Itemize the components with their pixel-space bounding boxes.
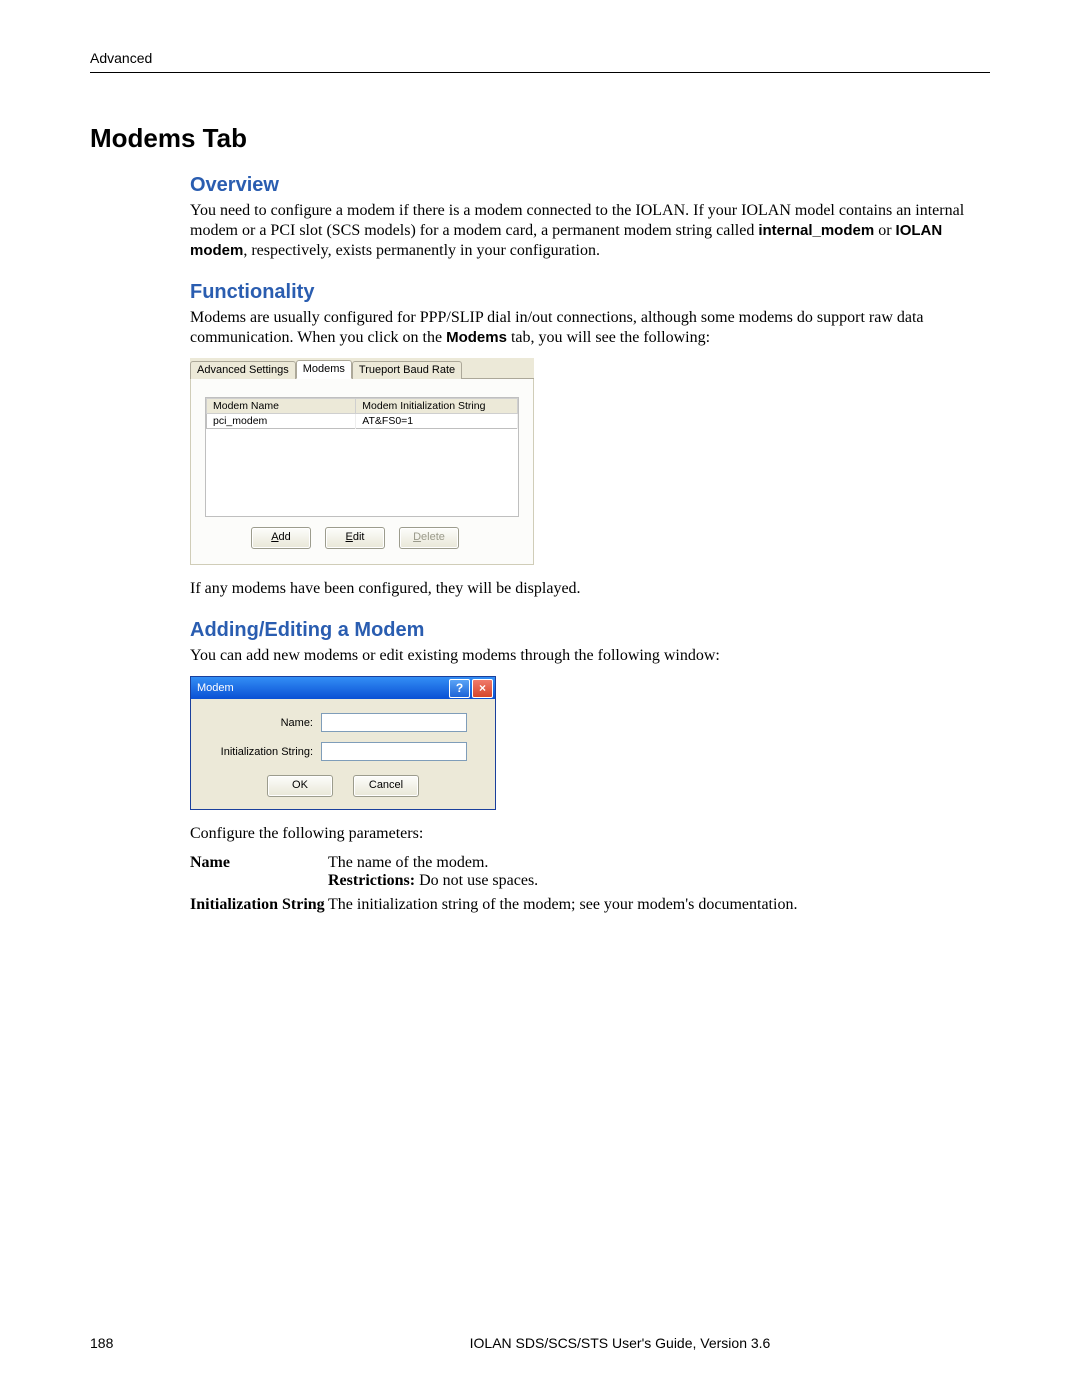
text: tab, you will see the following: [507,329,710,346]
dialog-titlebar[interactable]: Modem ? × [191,677,495,699]
overview-heading: Overview [190,174,990,197]
text-bold: Modems [446,329,507,346]
text-bold: internal_modem [758,222,874,239]
ok-button[interactable]: OK [267,775,333,797]
functionality-heading: Functionality [190,281,990,304]
help-icon[interactable]: ? [449,679,470,698]
modems-tab-screenshot: Advanced Settings Modems Trueport Baud R… [190,358,534,565]
param-row-init: Initialization String The initialization… [190,896,990,914]
column-header-init[interactable]: Modem Initialization String [356,399,518,414]
param-label: Initialization String [190,896,328,914]
dialog-body: Name: Initialization String: OK Cancel [191,699,495,809]
param-desc: The name of the modem. Restrictions: Do … [328,854,990,890]
init-field[interactable] [321,742,467,761]
breadcrumb: Advanced [90,50,990,73]
tab-strip: Advanced Settings Modems Trueport Baud R… [190,358,534,379]
name-field[interactable] [321,713,467,732]
dialog-title: Modem [197,682,447,694]
functionality-after-paragraph: If any modems have been configured, they… [190,579,990,599]
text: , respectively, exists permanently in yo… [243,242,600,259]
adding-paragraph: You can add new modems or edit existing … [190,646,990,666]
functionality-paragraph: Modems are usually configured for PPP/SL… [190,308,990,348]
label: elete [421,531,445,543]
modem-dialog-screenshot: Modem ? × Name: Initialization String: O… [190,676,496,810]
hotkey: A [271,531,278,543]
page-footer: 188 IOLAN SDS/SCS/STS User's Guide, Vers… [90,1335,990,1351]
cancel-button[interactable]: Cancel [353,775,419,797]
text: Do not use spaces. [415,872,538,889]
cell-modem-name: pci_modem [207,414,356,429]
close-icon[interactable]: × [472,679,493,698]
label: dit [353,531,365,543]
cell-modem-init: AT&FS0=1 [356,414,518,429]
page-number: 188 [90,1335,250,1351]
param-row-name: Name The name of the modem. Restrictions… [190,854,990,890]
tab-modems[interactable]: Modems [296,360,352,379]
edit-button[interactable]: Edit [325,527,385,549]
add-button[interactable]: Add [251,527,311,549]
page-title: Modems Tab [90,123,990,154]
tab-trueport-baud-rate[interactable]: Trueport Baud Rate [352,361,462,379]
configure-params-paragraph: Configure the following parameters: [190,824,990,844]
tab-panel-body: Modem Name Modem Initialization String p… [190,379,534,565]
modems-table: Modem Name Modem Initialization String p… [206,398,518,429]
overview-paragraph: You need to configure a modem if there i… [190,201,990,261]
name-label: Name: [205,717,321,729]
modems-listbox[interactable]: Modem Name Modem Initialization String p… [205,397,519,517]
label: dd [279,531,291,543]
delete-button[interactable]: Delete [399,527,459,549]
hotkey: E [346,531,353,543]
text: or [874,222,895,239]
hotkey: D [413,531,421,543]
table-row[interactable]: pci_modem AT&FS0=1 [207,414,518,429]
param-label: Name [190,854,328,890]
text: The name of the modem. [328,854,488,871]
footer-title: IOLAN SDS/SCS/STS User's Guide, Version … [250,1335,990,1351]
column-header-name[interactable]: Modem Name [207,399,356,414]
restrictions-label: Restrictions: [328,872,415,889]
init-label: Initialization String: [205,746,321,758]
param-desc: The initialization string of the modem; … [328,896,990,914]
tab-advanced-settings[interactable]: Advanced Settings [190,361,296,379]
adding-heading: Adding/Editing a Modem [190,619,990,642]
